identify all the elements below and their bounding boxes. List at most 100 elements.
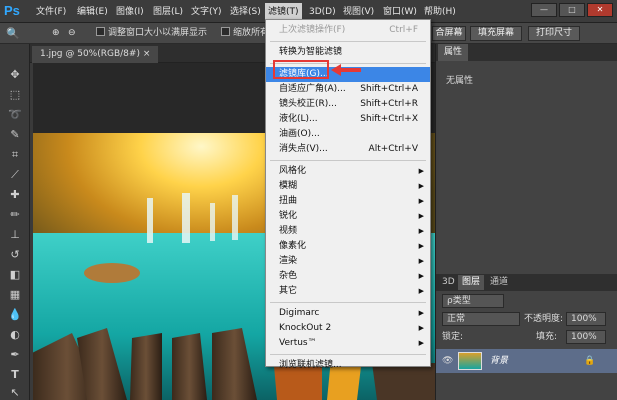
submenu-arrow-icon: ▶ [418,257,424,265]
properties-tab[interactable]: 属性 [438,44,469,61]
menu-item-label: 风格化 [279,166,307,176]
visibility-eye-icon[interactable]: 👁 [442,355,453,367]
zoom-in-icon[interactable]: ⊕ [52,27,60,40]
submenu-arrow-icon: ▶ [418,339,424,347]
submenu-arrow-icon: ▶ [418,309,424,317]
checkbox-box[interactable] [96,27,105,36]
pen-tool-icon[interactable]: ✒ [7,348,23,362]
canvas-edge [30,63,33,400]
filter-menu-item: 上次滤镜操作(F) Ctrl+F [266,23,430,38]
filter-menu-item[interactable]: 浏览联机滤镜... [266,358,430,373]
maximize-button[interactable]: □ [559,3,585,17]
filter-menu-item[interactable]: 模糊 ▶ [266,179,430,194]
menu-view[interactable]: 视图(V) [340,5,377,19]
menu-item-shortcut: Shift+Ctrl+X [360,114,418,124]
fill-input[interactable]: 100% [566,330,606,344]
filter-menu-item[interactable]: 杂色 ▶ [266,269,430,284]
menu-3d[interactable]: 3D(D) [306,5,339,19]
menu-select[interactable]: 选择(S) [227,5,264,19]
layer-thumbnail [458,352,482,370]
filter-menu-item[interactable]: KnockOut 2 ▶ [266,321,430,336]
layer-filter-select[interactable]: ρ类型 [442,294,504,308]
checkbox-box[interactable] [221,27,230,36]
tab-channels[interactable]: 通道 [486,275,512,290]
photoshop-window: Ps 文件(F) 编辑(E) 图像(I) 图层(L) 文字(Y) 选择(S) 滤… [0,0,617,400]
blur-tool-icon[interactable]: 💧 [7,308,23,322]
menu-item-label: 其它 [279,286,298,296]
quick-select-tool-icon[interactable]: ✎ [7,128,23,142]
filter-menu-item[interactable]: 自适应广角(A)... Shift+Ctrl+A [266,82,430,97]
filter-menu-item[interactable]: 镜头校正(R)... Shift+Ctrl+R [266,97,430,112]
menu-separator [270,302,426,303]
document-tab-label: 1.jpg @ 50%(RGB/8#) [40,49,140,59]
lock-label: 锁定: [442,332,464,342]
filter-menu-item[interactable]: 渲染 ▶ [266,254,430,269]
menu-help[interactable]: 帮助(H) [421,5,459,19]
menu-item-label: 渲染 [279,256,298,266]
filter-menu-item[interactable]: 消失点(V)... Alt+Ctrl+V [266,142,430,157]
move-tool-icon[interactable]: ✥ [7,68,23,82]
history-brush-tool-icon[interactable]: ↺ [7,248,23,262]
menu-item-shortcut: Shift+Ctrl+R [360,99,418,109]
document-tab[interactable]: 1.jpg @ 50%(RGB/8#) × [32,46,159,63]
menu-item-label: 消失点(V)... [279,144,328,154]
resize-windows-checkbox[interactable]: 调整窗口大小以满屏显示 [96,27,207,40]
submenu-arrow-icon: ▶ [418,227,424,235]
menu-edit[interactable]: 编辑(E) [74,5,111,19]
zoom-out-icon[interactable]: ⊖ [68,27,76,40]
filter-menu-item[interactable]: 风格化 ▶ [266,164,430,179]
filter-menu-item[interactable]: Digimarc ▶ [266,306,430,321]
tools-panel: ✥ ⬚ ➰ ✎ ⌗ ⟋ ✚ ✏ ⊥ ↺ ◧ ▦ 💧 ◐ ✒ T ↖ [0,44,30,400]
eraser-tool-icon[interactable]: ◧ [7,268,23,282]
eyedropper-tool-icon[interactable]: ⟋ [7,168,23,182]
menu-window[interactable]: 窗口(W) [380,5,420,19]
close-button[interactable]: ✕ [587,3,613,17]
filter-menu-item[interactable]: 视频 ▶ [266,224,430,239]
brush-tool-icon[interactable]: ✏ [7,208,23,222]
minimize-button[interactable]: — [531,3,557,17]
menu-item-shortcut: Ctrl+F [389,25,418,35]
marquee-tool-icon[interactable]: ⬚ [7,88,23,102]
menu-item-label: 锐化 [279,211,298,221]
path-select-tool-icon[interactable]: ↖ [7,386,23,400]
filter-menu-item[interactable]: 锐化 ▶ [266,209,430,224]
opacity-input[interactable]: 100% [566,312,606,326]
healing-brush-tool-icon[interactable]: ✚ [7,188,23,202]
filter-menu-item[interactable]: 油画(O)... [266,127,430,142]
dodge-tool-icon[interactable]: ◐ [7,328,23,342]
fill-screen-button[interactable]: 填充屏幕 [470,26,522,41]
layers-panel: 3D 图层 通道 ρ类型 正常 不透明度: 100% 锁定: 填充: 100% … [435,274,617,400]
filter-menu-item[interactable]: Vertus™ ▶ [266,336,430,351]
submenu-arrow-icon: ▶ [418,212,424,220]
menu-type[interactable]: 文字(Y) [188,5,225,19]
blend-mode-select[interactable]: 正常 [442,312,520,326]
lasso-tool-icon[interactable]: ➰ [7,108,23,122]
tab-layers[interactable]: 图层 [458,275,485,290]
clone-stamp-tool-icon[interactable]: ⊥ [7,228,23,242]
menu-layer[interactable]: 图层(L) [150,5,186,19]
filter-menu-item[interactable]: 扭曲 ▶ [266,194,430,209]
crop-tool-icon[interactable]: ⌗ [7,148,23,162]
menu-item-label: 油画(O)... [279,129,320,139]
gradient-tool-icon[interactable]: ▦ [7,288,23,302]
layer-row[interactable]: 👁 背景 🔒 [436,349,617,373]
filter-menu-item[interactable]: 液化(L)... Shift+Ctrl+X [266,112,430,127]
filter-menu-item[interactable]: 其它 ▶ [266,284,430,299]
menu-item-label: 自适应广角(A)... [279,84,346,94]
fit-screen-button[interactable]: 合屏幕 [432,26,466,41]
zoom-icon[interactable]: 🔍 [6,27,20,40]
lock-icon: 🔒 [584,356,596,366]
close-tab-icon[interactable]: × [143,49,151,59]
menu-item-label: 滤镜库(G)... [279,69,329,79]
menu-separator [270,354,426,355]
tab-3d[interactable]: 3D [438,275,459,290]
zoom-all-checkbox[interactable]: 缩放所有 [221,27,269,40]
submenu-arrow-icon: ▶ [418,242,424,250]
menu-file[interactable]: 文件(F) [33,5,69,19]
filter-menu-item[interactable]: 像素化 ▶ [266,239,430,254]
type-tool-icon[interactable]: T [7,368,23,382]
print-size-button[interactable]: 打印尺寸 [528,26,580,41]
filter-menu-item[interactable]: 转换为智能滤镜 [266,45,430,60]
submenu-arrow-icon: ▶ [418,167,424,175]
menu-image[interactable]: 图像(I) [113,5,147,19]
